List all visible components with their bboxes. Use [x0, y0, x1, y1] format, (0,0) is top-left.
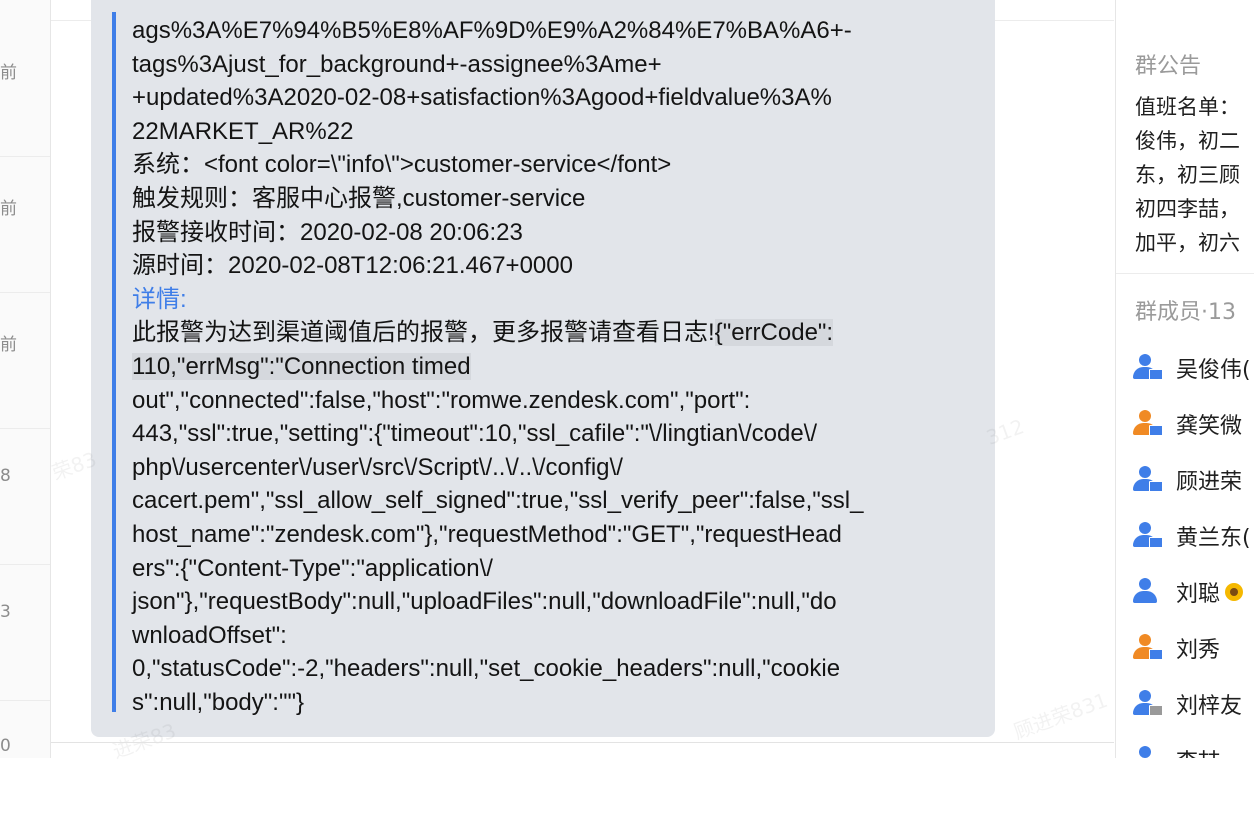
divider: [1116, 273, 1254, 274]
member-name: 刘秀: [1176, 638, 1221, 663]
watermark: 顾进荣831: [1010, 687, 1111, 744]
conversation-item[interactable]: 3: [0, 564, 50, 701]
member-name: 刘聪: [1176, 582, 1221, 607]
divider: [51, 742, 1114, 743]
member-item[interactable]: 刘梓友: [1132, 684, 1254, 724]
detail-line: php\/usercenter\/user\/src\/Script\/..\/…: [132, 453, 623, 481]
notice-line: 初四李喆，: [1135, 197, 1240, 221]
user-pc-icon: [1132, 465, 1163, 495]
message-bubble[interactable]: ags%3A%E7%94%B5%E8%AF%9D%E9%A2%84%E7%BA%…: [91, 0, 995, 737]
system-line: 系统：<font color=\"info\">customer-service…: [132, 151, 672, 179]
conversation-item[interactable]: 8: [0, 428, 50, 565]
detail-line: 此报警为达到渠道阈值后的报警，更多报警请查看日志!{"errCode":: [132, 316, 972, 350]
member-name: 龚笑微: [1176, 414, 1243, 439]
member-name: 刘梓友: [1176, 694, 1243, 719]
conversation-time: 前: [0, 335, 17, 355]
selected-text: {"errCode":: [714, 319, 834, 347]
conversation-item[interactable]: 前: [0, 156, 50, 293]
member-name: 黄兰东(: [1176, 526, 1251, 551]
member-item[interactable]: 顾进荣: [1132, 460, 1254, 500]
message-text: ags%3A%E7%94%B5%E8%AF%9D%E9%A2%84%E7%BA%…: [132, 14, 972, 719]
detail-line: out","connected":false,"host":"romwe.zen…: [132, 386, 751, 414]
detail-text: 此报警为达到渠道阈值后的报警，更多报警请查看日志!: [132, 319, 715, 347]
conversation-list: 前 前 前 8 3 0: [0, 0, 51, 758]
user-icon: [1132, 577, 1162, 607]
member-item[interactable]: 李喆: [1132, 740, 1254, 758]
receive-time-line: 报警接收时间：2020-02-08 20:06:23: [132, 218, 523, 246]
conversation-item[interactable]: 前: [0, 20, 50, 157]
detail-line: s":null,"body":""}: [132, 688, 305, 716]
detail-line: 443,"ssl":true,"setting":{"timeout":10,"…: [132, 420, 818, 448]
group-notice-title: 群公告: [1135, 54, 1202, 79]
conversation-time: 0: [0, 736, 11, 756]
detail-line: host_name":"zendesk.com"},"requestMethod…: [132, 520, 842, 548]
conversation-time: 3: [0, 602, 11, 622]
member-item[interactable]: 黄兰东(: [1132, 516, 1254, 556]
user-icon: [1132, 745, 1162, 758]
message-line: ags%3A%E7%94%B5%E8%AF%9D%E9%A2%84%E7%BA%…: [132, 17, 852, 44]
chat-area: ags%3A%E7%94%B5%E8%AF%9D%E9%A2%84%E7%BA%…: [49, 0, 1114, 763]
notice-line: 值班名单：: [1135, 95, 1240, 119]
trigger-rule-line: 触发规则：客服中心报警,customer-service: [132, 184, 586, 212]
conversation-time: 前: [0, 63, 17, 83]
message-line: tags%3Ajust_for_background+-assignee%3Am…: [132, 50, 662, 78]
message-line: +updated%3A2020-02-08+satisfaction%3Agoo…: [132, 84, 832, 112]
member-name: 李喆: [1176, 744, 1220, 758]
details-label: 详情:: [132, 285, 187, 313]
member-name: 吴俊伟(: [1176, 358, 1251, 383]
detail-line: json"},"requestBody":null,"uploadFiles":…: [132, 588, 837, 616]
group-notice[interactable]: 值班名单： 俊伟，初二 东，初三顾 初四李喆， 加平，初六: [1135, 90, 1254, 260]
selected-text: 110,"errMsg":"Connection timed: [132, 352, 471, 380]
conversation-time: 8: [0, 466, 11, 486]
detail-line: 0,"statusCode":-2,"headers":null,"set_co…: [132, 655, 841, 683]
user-pc-icon: [1132, 633, 1163, 663]
member-item[interactable]: 刘秀: [1132, 628, 1254, 668]
quote-bar: [112, 12, 116, 712]
detail-line: cacert.pem","ssl_allow_self_signed":true…: [132, 487, 864, 515]
member-item[interactable]: 龚笑微: [1132, 404, 1254, 444]
sunflower-icon: [1224, 582, 1244, 602]
conversation-item[interactable]: 0: [0, 700, 50, 836]
member-item[interactable]: 刘聪: [1132, 572, 1254, 612]
conversation-item[interactable]: 前: [0, 292, 50, 429]
notice-line: 东，初三顾: [1135, 163, 1240, 187]
notice-line: 俊伟，初二: [1135, 129, 1240, 153]
detail-line: ers":{"Content-Type":"application\/: [132, 554, 493, 582]
user-pc-icon: [1132, 353, 1163, 383]
notice-line: 加平，初六: [1135, 231, 1240, 255]
detail-line: wnloadOffset":: [132, 621, 287, 649]
member-item[interactable]: 吴俊伟(: [1132, 348, 1254, 388]
group-members-title: 群成员·13: [1135, 300, 1236, 325]
detail-line: 110,"errMsg":"Connection timed: [132, 350, 972, 384]
user-pc-icon: [1132, 521, 1163, 551]
conversation-time: 前: [0, 199, 17, 219]
member-name: 顾进荣: [1176, 470, 1243, 495]
user-pc-icon: [1132, 409, 1163, 439]
user-offline-icon: [1132, 689, 1163, 719]
message-line: 22MARKET_AR%22: [132, 117, 354, 145]
source-time-line: 源时间：2020-02-08T12:06:21.467+0000: [132, 252, 573, 280]
group-side-panel: 群公告 值班名单： 俊伟，初二 东，初三顾 初四李喆， 加平，初六 群成员·13…: [1115, 0, 1254, 758]
